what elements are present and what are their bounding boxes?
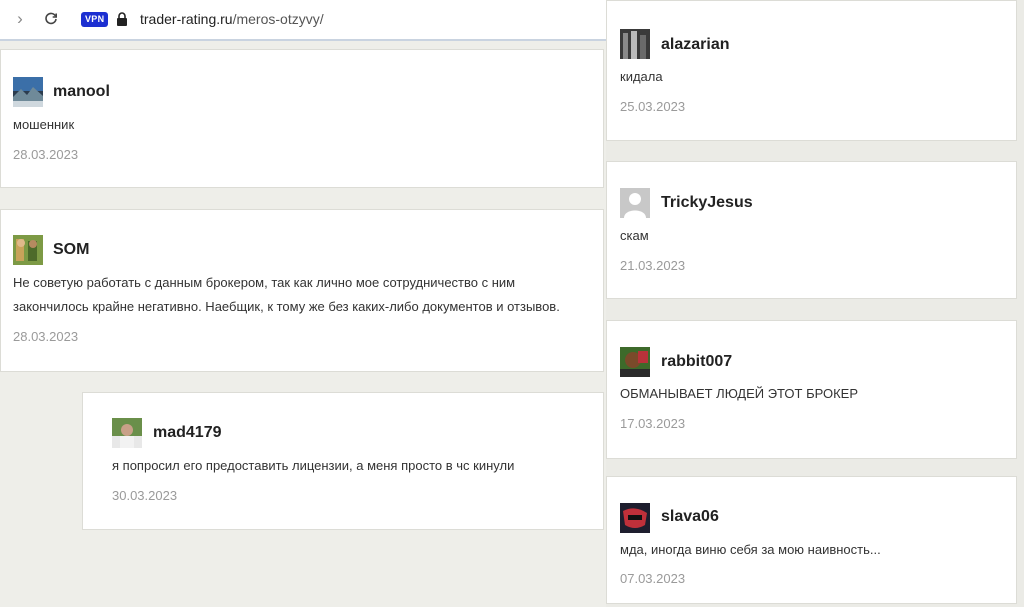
review-date: 30.03.2023: [112, 488, 178, 503]
url-domain: trader-rating.ru: [140, 11, 233, 27]
url-text[interactable]: trader-rating.ru/meros-otzyvy/: [140, 11, 324, 27]
avatar[interactable]: [112, 418, 142, 448]
reload-icon[interactable]: [42, 10, 60, 28]
username[interactable]: TrickyJesus: [661, 194, 753, 212]
review-card: alazarian кидала 25.03.2023: [606, 0, 1017, 141]
right-screenshot-pane: alazarian кидала 25.03.2023 TrickyJesus …: [606, 0, 1024, 607]
review-text: ОБМАНЫВАЕТ ЛЮДЕЙ ЭТОТ БРОКЕР: [620, 386, 859, 401]
review-date: 28.03.2023: [13, 147, 79, 162]
avatar[interactable]: [620, 347, 650, 377]
reply-card: mad4179 я попросил его предоставить лице…: [82, 392, 604, 530]
review-date: 17.03.2023: [620, 416, 686, 431]
username[interactable]: mad4179: [153, 424, 222, 442]
username[interactable]: slava06: [661, 508, 719, 526]
review-date: 21.03.2023: [620, 258, 686, 273]
browser-address-bar: › VPN trader-rating.ru/meros-otzyvy/: [0, 0, 606, 41]
username[interactable]: alazarian: [661, 36, 729, 54]
avatar[interactable]: [13, 235, 43, 265]
review-card: SOM Не советую работать с данным брокеро…: [0, 209, 604, 372]
review-text: скам: [620, 228, 649, 243]
left-screenshot-pane: › VPN trader-rating.ru/meros-otzyvy/ man…: [0, 0, 606, 607]
username[interactable]: rabbit007: [661, 353, 732, 371]
review-card: manool мошенник 28.03.2023: [0, 49, 604, 188]
avatar[interactable]: [620, 503, 650, 533]
review-date: 25.03.2023: [620, 99, 686, 114]
avatar[interactable]: [13, 77, 43, 107]
review-date: 28.03.2023: [13, 329, 79, 344]
forward-icon[interactable]: ›: [11, 9, 29, 28]
lock-icon[interactable]: [116, 12, 128, 26]
review-text: мда, иногда виню себя за мою наивность..…: [620, 542, 881, 557]
review-text: кидала: [620, 69, 663, 84]
default-avatar-icon[interactable]: [620, 188, 650, 218]
review-text: мошенник: [13, 117, 75, 132]
vpn-badge[interactable]: VPN: [81, 12, 109, 27]
review-text-line: закончилось крайне негативно. Наебщик, к…: [13, 299, 560, 314]
url-path: /meros-otzyvy/: [232, 11, 324, 27]
review-date: 07.03.2023: [620, 571, 686, 586]
review-card: rabbit007 ОБМАНЫВАЕТ ЛЮДЕЙ ЭТОТ БРОКЕР 1…: [606, 320, 1017, 459]
username[interactable]: manool: [53, 83, 110, 101]
review-card: TrickyJesus скам 21.03.2023: [606, 161, 1017, 299]
username[interactable]: SOM: [53, 241, 89, 259]
review-card: slava06 мда, иногда виню себя за мою наи…: [606, 476, 1017, 604]
review-text: я попросил его предоставить лицензии, а …: [112, 458, 515, 473]
review-text-line: Не советую работать с данным брокером, т…: [13, 275, 516, 290]
avatar[interactable]: [620, 29, 650, 59]
